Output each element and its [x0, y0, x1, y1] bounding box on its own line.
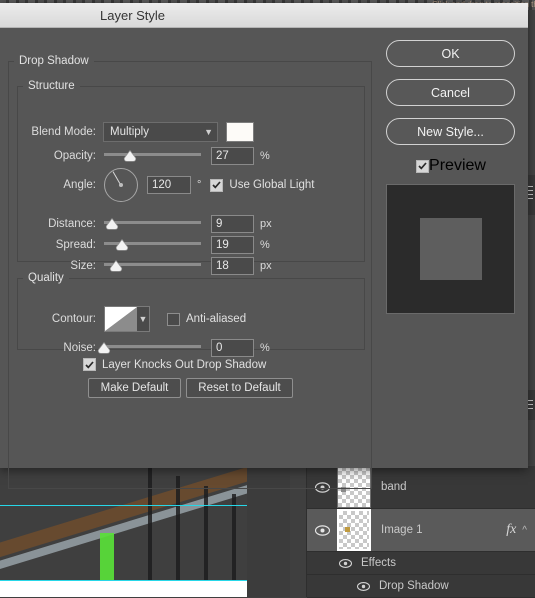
checkbox-box[interactable]: [83, 358, 96, 371]
spread-label: Spread:: [55, 239, 96, 251]
noise-slider-track: [104, 345, 201, 348]
drop-shadow-group: Drop Shadow Structure Blend Mode: Multip…: [8, 55, 372, 489]
chevron-down-icon[interactable]: ▼: [137, 307, 149, 331]
opacity-slider-thumb[interactable]: [124, 150, 137, 162]
noise-slider-thumb[interactable]: [97, 342, 111, 354]
spread-slider[interactable]: [104, 238, 201, 252]
chevron-down-icon: ▼: [204, 127, 213, 137]
checkbox-box[interactable]: [210, 178, 224, 192]
noise-input[interactable]: 0: [211, 339, 254, 357]
noise-unit: %: [260, 342, 270, 354]
opacity-slider[interactable]: [104, 149, 201, 163]
preview-checkbox[interactable]: Preview: [386, 157, 516, 175]
dialog-title: Layer Style: [100, 7, 166, 23]
opacity-unit: %: [260, 150, 270, 162]
size-label: Size:: [70, 260, 96, 272]
make-default-button[interactable]: Make Default: [88, 378, 181, 398]
ok-button[interactable]: OK: [386, 40, 515, 67]
contour-preview-icon: [105, 307, 137, 331]
chevron-up-icon[interactable]: ^: [522, 525, 535, 536]
layer-effect-dropshadow-row[interactable]: Drop Shadow: [307, 575, 535, 598]
blend-mode-value: Multiply: [110, 126, 149, 138]
opacity-label: Opacity:: [53, 150, 96, 162]
visibility-eye-icon[interactable]: [307, 524, 337, 536]
reset-to-default-button[interactable]: Reset to Default: [186, 378, 293, 398]
use-global-light-checkbox[interactable]: Use Global Light: [210, 178, 315, 192]
visibility-eye-icon[interactable]: [353, 581, 373, 591]
checkbox-box[interactable]: [167, 312, 180, 326]
visibility-eye-icon[interactable]: [335, 558, 355, 568]
structure-legend: Structure: [28, 80, 75, 92]
contour-label: Contour:: [51, 313, 96, 325]
angle-label: Angle:: [63, 179, 96, 191]
distance-slider-track: [104, 221, 201, 224]
size-slider-thumb[interactable]: [109, 260, 122, 272]
use-global-light-label: Use Global Light: [229, 179, 315, 191]
anti-aliased-label: Anti-aliased: [186, 313, 247, 325]
quality-group: Quality Contour: ▼ Anti-aliased Noise: 0…: [17, 272, 365, 357]
drop-shadow-legend: Drop Shadow: [19, 55, 89, 67]
canvas-white-area: [0, 581, 247, 597]
style-preview: [386, 184, 515, 314]
angle-dial[interactable]: [104, 168, 138, 202]
new-style-button[interactable]: New Style...: [386, 118, 515, 145]
spread-slider-thumb[interactable]: [116, 239, 129, 251]
style-preview-shape: [419, 218, 482, 280]
layer-row[interactable]: Image 1 fx ^: [307, 509, 535, 552]
anti-aliased-checkbox[interactable]: Anti-aliased: [167, 312, 247, 326]
noise-slider[interactable]: [97, 341, 201, 355]
checkbox-box[interactable]: [416, 159, 430, 173]
shadow-color-swatch[interactable]: [226, 122, 254, 142]
structure-group: Structure Blend Mode: Multiply ▼ Opacity…: [17, 80, 365, 275]
layer-thumbnail[interactable]: [337, 509, 371, 551]
green-highlight: [100, 533, 114, 582]
distance-slider-thumb[interactable]: [105, 218, 118, 230]
fx-icon[interactable]: fx: [506, 522, 522, 538]
size-unit: px: [260, 260, 272, 272]
distance-slider[interactable]: [104, 217, 201, 231]
angle-dial-hub: [119, 183, 123, 187]
layer-knocks-out-label: Layer Knocks Out Drop Shadow: [102, 358, 267, 371]
blend-mode-select[interactable]: Multiply ▼: [103, 122, 218, 142]
distance-label: Distance:: [48, 218, 96, 230]
spread-unit: %: [260, 239, 270, 251]
dialog-titlebar[interactable]: Layer Style: [0, 3, 528, 28]
size-slider[interactable]: [104, 259, 201, 273]
opacity-input[interactable]: 27: [211, 147, 254, 165]
angle-unit: °: [197, 179, 202, 191]
noise-label: Noise:: [63, 342, 96, 354]
layer-style-dialog: Layer Style Drop Shadow Structure Blend …: [0, 3, 528, 489]
contour-picker[interactable]: ▼: [104, 306, 150, 332]
effect-label: Drop Shadow: [379, 580, 449, 592]
quality-legend: Quality: [28, 272, 64, 284]
layer-effects-row[interactable]: Effects: [307, 552, 535, 575]
distance-unit: px: [260, 218, 272, 230]
spread-input[interactable]: 19: [211, 236, 254, 254]
dialog-body: Drop Shadow Structure Blend Mode: Multip…: [0, 28, 528, 489]
preview-label: Preview: [429, 157, 486, 174]
effects-label: Effects: [361, 557, 396, 569]
cancel-button[interactable]: Cancel: [386, 79, 515, 106]
layer-knocks-out-checkbox[interactable]: Layer Knocks Out Drop Shadow: [83, 358, 266, 371]
angle-input[interactable]: 120: [147, 176, 191, 194]
layer-name: band: [381, 481, 407, 493]
blend-mode-label: Blend Mode:: [31, 126, 96, 138]
layer-name: Image 1: [381, 524, 423, 536]
dialog-actions: OK Cancel New Style... Preview: [386, 40, 516, 314]
distance-input[interactable]: 9: [211, 215, 254, 233]
opacity-slider-track: [104, 153, 201, 156]
